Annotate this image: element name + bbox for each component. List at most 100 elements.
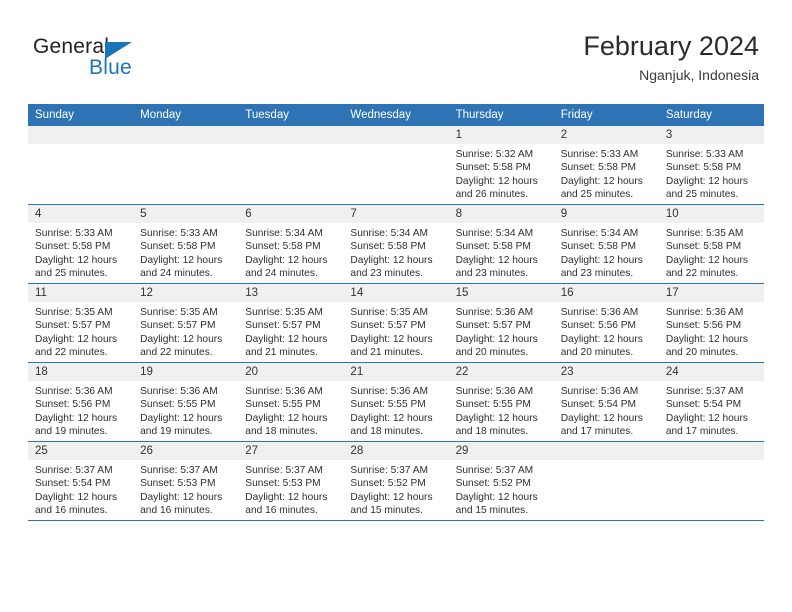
sunrise-text: Sunrise: 5:36 AM <box>140 386 218 397</box>
daylight-text-line2: and 15 minutes. <box>350 504 423 516</box>
day-cell[interactable] <box>658 441 764 521</box>
day-cell[interactable] <box>238 126 344 205</box>
sunset-text: Sunset: 5:58 PM <box>245 241 321 253</box>
sunset-text: Sunset: 5:58 PM <box>665 241 742 253</box>
day-cell[interactable]: 15 Sunrise: 5:36 AM Sunset: 5:57 PM Dayligh… <box>448 283 554 363</box>
day-cell[interactable]: 9 Sunrise: 5:34 AM Sunset: 5:58 PM Daylight… <box>553 204 659 284</box>
sunrise-text: Sunrise: 5:37 AM <box>245 465 323 476</box>
daylight-text-line1: Daylight: 12 hours <box>455 175 538 187</box>
daylight-text-line2: and 19 minutes. <box>35 425 108 437</box>
sunset-text: Sunset: 5:57 PM <box>140 320 216 332</box>
day-cell[interactable]: 28 Sunrise: 5:37 AM Sunset: 5:52 PM Dayligh… <box>343 441 449 521</box>
weekday-header-sunday: Sunday <box>28 104 134 126</box>
weekday-header-monday: Monday <box>133 104 239 126</box>
day-number: 7 <box>343 205 449 223</box>
daylight-text-line1: Daylight: 12 hours <box>245 491 328 503</box>
day-cell[interactable]: 20 Sunrise: 5:36 AM Sunset: 5:55 PM Dayligh… <box>238 362 344 442</box>
daylight-text-line1: Daylight: 12 hours <box>35 333 118 345</box>
day-cell[interactable]: 8 Sunrise: 5:34 AM Sunset: 5:58 PM Daylight… <box>448 204 554 284</box>
day-cell[interactable]: 12 Sunrise: 5:35 AM Sunset: 5:57 PM Dayligh… <box>133 283 239 363</box>
day-number: 11 <box>28 284 134 302</box>
daylight-text-line1: Daylight: 12 hours <box>140 412 223 424</box>
day-cell[interactable] <box>28 126 134 205</box>
daylight-text-line2: and 18 minutes. <box>350 425 423 437</box>
sunrise-text: Sunrise: 5:36 AM <box>560 386 639 397</box>
daylight-text-line2: and 19 minutes. <box>140 425 213 437</box>
day-number: 8 <box>448 205 554 223</box>
logo-text-blue: Blue <box>89 56 132 79</box>
day-cell[interactable]: 3 Sunrise: 5:33 AM Sunset: 5:58 PM Daylight… <box>658 126 764 205</box>
day-cell[interactable]: 23 Sunrise: 5:36 AM Sunset: 5:54 PM Dayligh… <box>553 362 659 442</box>
weekday-header-friday: Friday <box>553 104 659 126</box>
day-cell[interactable]: 5 Sunrise: 5:33 AM Sunset: 5:58 PM Daylight… <box>133 204 239 284</box>
day-cell[interactable]: 14 Sunrise: 5:35 AM Sunset: 5:57 PM Dayligh… <box>343 283 449 363</box>
day-cell[interactable] <box>343 126 449 205</box>
daylight-text-line1: Daylight: 12 hours <box>455 333 538 345</box>
general-blue-logo[interactable]: General Blue <box>33 35 233 85</box>
week-row: 25 Sunrise: 5:37 AM Sunset: 5:54 PM Dayligh… <box>28 441 764 521</box>
sunrise-text: Sunrise: 5:35 AM <box>350 307 429 318</box>
daylight-text-line1: Daylight: 12 hours <box>350 333 433 345</box>
sunrise-text: Sunrise: 5:34 AM <box>350 228 429 239</box>
sunrise-text: Sunrise: 5:36 AM <box>665 307 744 318</box>
day-cell[interactable]: 19 Sunrise: 5:36 AM Sunset: 5:55 PM Dayligh… <box>133 362 239 442</box>
weekday-header-wednesday: Wednesday <box>343 104 449 126</box>
sunset-text: Sunset: 5:57 PM <box>245 320 321 332</box>
calendar-table: Sunday Monday Tuesday Wednesday Thursday… <box>28 104 764 521</box>
day-number: 29 <box>448 442 554 460</box>
day-cell[interactable]: 7 Sunrise: 5:34 AM Sunset: 5:58 PM Daylight… <box>343 204 449 284</box>
day-cell[interactable]: 10 Sunrise: 5:35 AM Sunset: 5:58 PM Dayligh… <box>658 204 764 284</box>
sunrise-text: Sunrise: 5:33 AM <box>35 228 113 239</box>
day-cell[interactable]: 2 Sunrise: 5:33 AM Sunset: 5:58 PM Daylight… <box>553 126 659 205</box>
daylight-text-line2: and 23 minutes. <box>455 267 529 279</box>
day-cell[interactable]: 1 Sunrise: 5:32 AM Sunset: 5:58 PM Daylight… <box>448 126 554 205</box>
day-cell[interactable]: 11 Sunrise: 5:35 AM Sunset: 5:57 PM Dayligh… <box>28 283 134 363</box>
daylight-text-line1: Daylight: 12 hours <box>455 412 538 424</box>
sunrise-text: Sunrise: 5:37 AM <box>35 465 113 476</box>
day-number: 16 <box>553 284 659 302</box>
sunrise-text: Sunrise: 5:34 AM <box>560 228 639 239</box>
day-cell[interactable]: 17 Sunrise: 5:36 AM Sunset: 5:56 PM Dayligh… <box>658 283 764 363</box>
week-row: 4 Sunrise: 5:33 AM Sunset: 5:58 PM Daylight… <box>28 204 764 284</box>
sunset-text: Sunset: 5:58 PM <box>665 162 742 174</box>
title-block: February 2024 Nganjuk, Indonesia <box>583 32 759 84</box>
sunset-text: Sunset: 5:55 PM <box>455 399 531 411</box>
sunset-text: Sunset: 5:54 PM <box>560 399 637 411</box>
daylight-text-line2: and 15 minutes. <box>455 504 529 516</box>
day-number: 26 <box>133 442 239 460</box>
day-cell[interactable]: 25 Sunrise: 5:37 AM Sunset: 5:54 PM Dayligh… <box>28 441 134 521</box>
day-cell[interactable]: 27 Sunrise: 5:37 AM Sunset: 5:53 PM Dayligh… <box>238 441 344 521</box>
daylight-text-line1: Daylight: 12 hours <box>245 412 328 424</box>
daylight-text-line2: and 16 minutes. <box>140 504 213 516</box>
day-cell[interactable]: 26 Sunrise: 5:37 AM Sunset: 5:53 PM Dayligh… <box>133 441 239 521</box>
day-cell[interactable]: 13 Sunrise: 5:35 AM Sunset: 5:57 PM Dayligh… <box>238 283 344 363</box>
daylight-text-line2: and 23 minutes. <box>350 267 423 279</box>
sunrise-text: Sunrise: 5:37 AM <box>140 465 218 476</box>
day-number: 19 <box>133 363 239 381</box>
daylight-text-line2: and 25 minutes. <box>665 188 739 200</box>
day-number <box>553 442 659 460</box>
day-cell[interactable]: 18 Sunrise: 5:36 AM Sunset: 5:56 PM Dayligh… <box>28 362 134 442</box>
daylight-text-line2: and 21 minutes. <box>245 346 318 358</box>
sunset-text: Sunset: 5:53 PM <box>140 478 216 490</box>
day-cell[interactable]: 29 Sunrise: 5:37 AM Sunset: 5:52 PM Dayligh… <box>448 441 554 521</box>
day-number: 20 <box>238 363 344 381</box>
location-subtitle: Nganjuk, Indonesia <box>639 67 759 84</box>
daylight-text-line1: Daylight: 12 hours <box>455 254 538 266</box>
day-cell[interactable]: 22 Sunrise: 5:36 AM Sunset: 5:55 PM Dayligh… <box>448 362 554 442</box>
day-cell[interactable]: 21 Sunrise: 5:36 AM Sunset: 5:55 PM Dayligh… <box>343 362 449 442</box>
sunset-text: Sunset: 5:56 PM <box>665 320 742 332</box>
sunset-text: Sunset: 5:58 PM <box>455 162 531 174</box>
day-cell[interactable]: 4 Sunrise: 5:33 AM Sunset: 5:58 PM Daylight… <box>28 204 134 284</box>
day-cell[interactable]: 24 Sunrise: 5:37 AM Sunset: 5:54 PM Dayligh… <box>658 362 764 442</box>
day-cell[interactable] <box>133 126 239 205</box>
daylight-text-line1: Daylight: 12 hours <box>665 333 748 345</box>
day-cell[interactable]: 6 Sunrise: 5:34 AM Sunset: 5:58 PM Daylight… <box>238 204 344 284</box>
sunset-text: Sunset: 5:57 PM <box>35 320 111 332</box>
day-cell[interactable] <box>553 441 659 521</box>
daylight-text-line2: and 17 minutes. <box>665 425 739 437</box>
day-cell[interactable]: 16 Sunrise: 5:36 AM Sunset: 5:56 PM Dayligh… <box>553 283 659 363</box>
daylight-text-line2: and 24 minutes. <box>245 267 318 279</box>
sunrise-text: Sunrise: 5:37 AM <box>350 465 429 476</box>
day-number: 6 <box>238 205 344 223</box>
